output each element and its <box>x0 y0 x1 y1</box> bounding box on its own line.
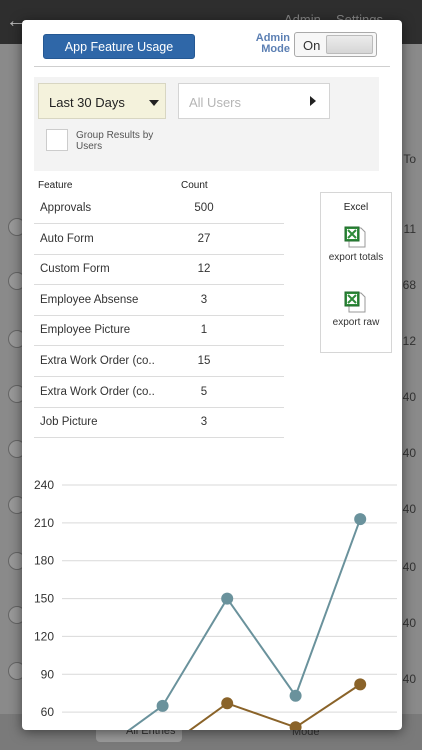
chevron-down-icon <box>149 100 159 106</box>
count-cell: 5 <box>200 386 208 398</box>
feature-cell: Extra Work Order (co.. <box>40 386 155 398</box>
background-value: 40 <box>402 446 416 460</box>
users-select-placeholder: All Users <box>189 95 242 110</box>
data-point[interactable] <box>354 513 367 526</box>
data-point[interactable] <box>289 721 302 730</box>
series-line <box>188 683 361 730</box>
count-cell: 500 <box>194 202 214 214</box>
excel-title: Excel <box>343 202 369 213</box>
background-value: 40 <box>402 390 416 404</box>
count-cell: 3 <box>200 294 208 306</box>
toggle-value: On <box>303 38 321 53</box>
period-select-value: Last 30 Days <box>49 95 125 110</box>
background-value: 40 <box>402 672 416 686</box>
feature-cell: Employee Picture <box>40 324 131 336</box>
feature-column-header: Feature <box>38 180 73 191</box>
y-tick-label: 120 <box>34 629 54 643</box>
background-value: To <box>403 152 416 166</box>
background-value: 68 <box>402 278 416 292</box>
table-row[interactable]: Job Picture 3 <box>34 408 284 438</box>
table-row[interactable]: Employee Absense 3 <box>34 286 284 316</box>
feature-cell: Job Picture <box>40 416 98 428</box>
table-row[interactable]: Extra Work Order (co.. 15 <box>34 347 284 377</box>
excel-file-icon[interactable] <box>343 225 367 249</box>
background-value: 11 <box>403 222 416 236</box>
count-column-header: Count <box>181 180 208 191</box>
admin-mode-toggle[interactable]: On <box>294 32 377 57</box>
export-totals-link[interactable]: export totals <box>321 252 391 263</box>
feature-cell: Custom Form <box>40 263 110 275</box>
table-row[interactable]: Auto Form 27 <box>34 225 284 255</box>
feature-cell: Auto Form <box>40 233 94 245</box>
excel-export-panel: Excel export totals export raw <box>320 192 392 353</box>
users-select[interactable]: All Users <box>178 83 330 119</box>
background-value: 40 <box>402 502 416 516</box>
chart-svg: 240 210 180 150 120 90 60 <box>34 478 397 730</box>
data-point[interactable] <box>221 592 234 605</box>
data-point[interactable] <box>221 697 234 710</box>
count-cell: 1 <box>200 324 208 336</box>
header-divider <box>34 66 390 67</box>
count-cell: 15 <box>197 355 211 367</box>
y-tick-label: 180 <box>34 554 54 568</box>
table-row[interactable]: Extra Work Order (co.. 5 <box>34 378 284 408</box>
table-row[interactable]: Approvals 500 <box>34 194 284 224</box>
filter-panel: Last 30 Days All Users Group Results by … <box>34 77 379 171</box>
data-point[interactable] <box>354 678 367 691</box>
feature-cell: Approvals <box>40 202 92 214</box>
group-results-checkbox[interactable] <box>46 129 68 151</box>
app-feature-usage-button[interactable]: App Feature Usage <box>43 34 195 59</box>
y-tick-label: 240 <box>34 478 54 492</box>
feature-cell: Employee Absense <box>40 294 139 306</box>
table-row[interactable]: Employee Picture 1 <box>34 316 284 346</box>
chevron-right-icon <box>310 96 316 106</box>
feature-usage-modal: App Feature Usage Admin Mode On Last 30 … <box>22 20 402 730</box>
table-row[interactable]: Custom Form 12 <box>34 255 284 285</box>
toggle-knob[interactable] <box>326 35 373 54</box>
data-point[interactable] <box>156 699 169 712</box>
data-point[interactable] <box>289 689 302 702</box>
y-tick-label: 60 <box>41 705 55 719</box>
y-tick-label: 150 <box>34 592 54 606</box>
y-tick-label: 90 <box>41 667 55 681</box>
y-tick-label: 210 <box>34 516 54 530</box>
excel-file-icon[interactable] <box>343 290 367 314</box>
background-value: 12 <box>402 334 416 348</box>
admin-mode-label: Admin Mode <box>255 32 290 55</box>
usage-line-chart: 240 210 180 150 120 90 60 <box>22 460 402 730</box>
count-cell: 27 <box>197 233 211 245</box>
count-cell: 12 <box>197 263 211 275</box>
export-raw-link[interactable]: export raw <box>321 317 391 328</box>
series-line <box>127 518 362 730</box>
group-results-label: Group Results by Users <box>76 130 154 152</box>
background-value: 40 <box>402 560 416 574</box>
count-cell: 3 <box>200 416 208 428</box>
feature-cell: Extra Work Order (co.. <box>40 355 155 367</box>
period-select[interactable]: Last 30 Days <box>38 83 166 119</box>
background-value: 40 <box>402 616 416 630</box>
